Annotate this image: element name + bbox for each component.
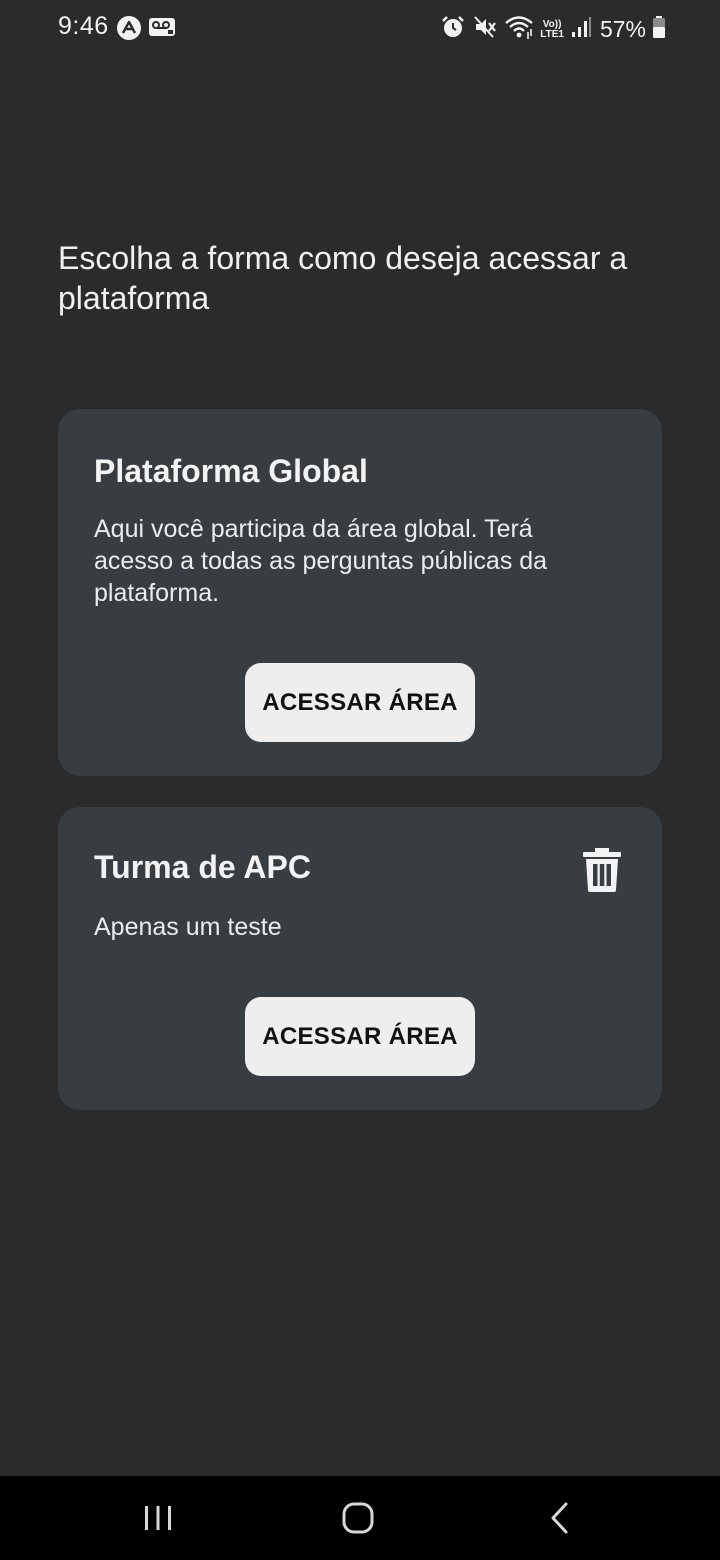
battery-icon [652, 15, 666, 44]
recents-icon[interactable] [138, 1498, 178, 1538]
back-icon[interactable] [540, 1498, 580, 1538]
access-area-button[interactable]: ACESSAR ÁREA [245, 663, 475, 742]
battery-percentage: 57% [599, 16, 646, 42]
navigation-bar [0, 1476, 720, 1560]
card-description: Apenas um teste [94, 913, 282, 941]
status-time: 9:46 [58, 12, 109, 40]
trash-icon[interactable] [582, 847, 622, 893]
alarm-icon [440, 14, 466, 45]
status-bar: 9:46 Vo)) LTE1 57% [0, 0, 720, 56]
voicemail-icon [148, 15, 176, 46]
card-title: Plataforma Global [94, 453, 368, 489]
access-area-button[interactable]: ACESSAR ÁREA [245, 997, 475, 1076]
status-notification-icons [116, 15, 176, 46]
network-label-bottom: LTE1 [540, 28, 564, 40]
platform-card-class: Turma de APC Apenas um teste ACESSAR ÁRE… [58, 807, 662, 1110]
page-heading: Escolha a forma como deseja acessar a pl… [58, 240, 628, 316]
network-label-top: Vo)) [542, 18, 562, 30]
app-notification-icon [116, 15, 142, 46]
mute-icon [472, 14, 498, 45]
volte-lte-icon: Vo)) LTE1 [540, 18, 564, 40]
card-description: Aqui você participa da área global. Terá… [94, 515, 548, 607]
home-icon[interactable] [338, 1498, 378, 1538]
wifi-icon [504, 14, 534, 45]
status-system-icons: Vo)) LTE1 57% [440, 14, 666, 45]
platform-card-global: Plataforma Global Aqui você participa da… [58, 409, 662, 776]
card-title: Turma de APC [94, 849, 311, 885]
signal-icon [570, 15, 592, 44]
